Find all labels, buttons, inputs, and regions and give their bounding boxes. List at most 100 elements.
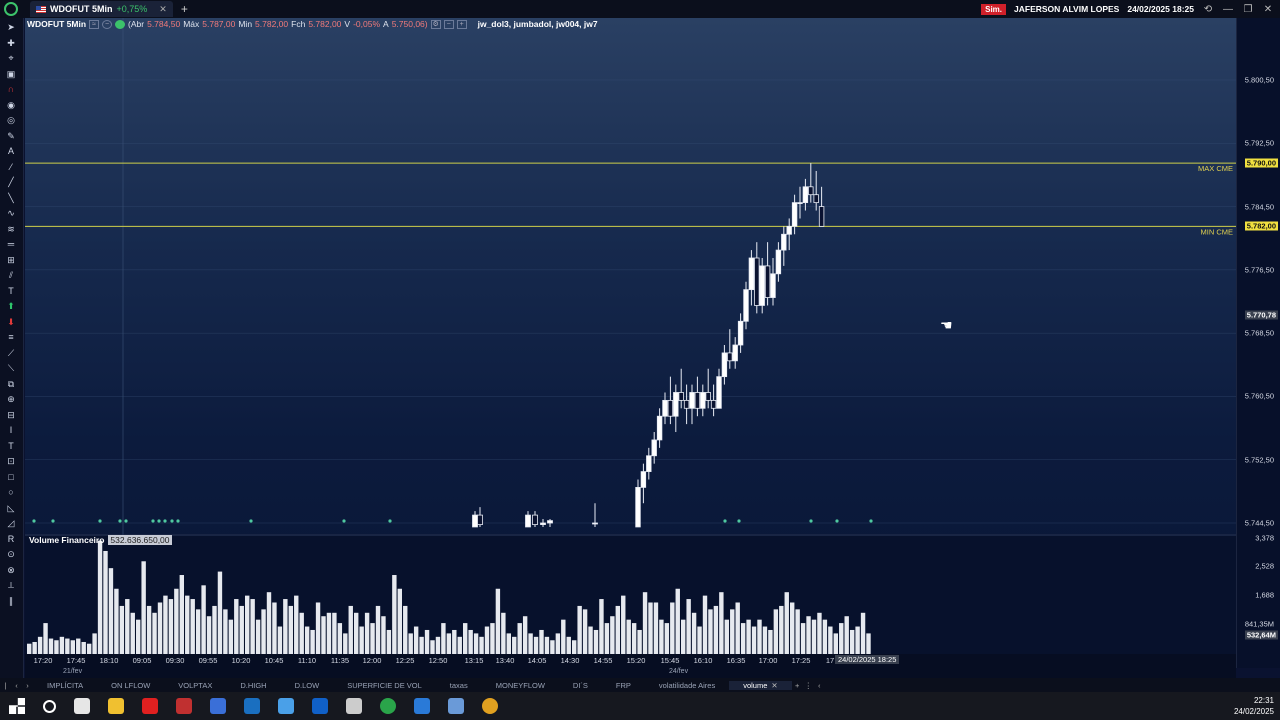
sheet-tab[interactable]: MONEYFLOW [482, 681, 559, 690]
time-label: 10:20 [231, 656, 251, 665]
horizontal-line-icon[interactable]: ═ [4, 239, 18, 249]
grid-icon[interactable]: ⊞ [4, 255, 18, 265]
volume-bar [76, 638, 81, 654]
store-icon[interactable] [312, 698, 328, 714]
target-icon[interactable]: ⌖ [4, 53, 18, 63]
gear-app-icon[interactable] [448, 698, 464, 714]
ruler-icon[interactable]: R [4, 534, 18, 544]
add-sheet-icon[interactable]: + [792, 681, 803, 690]
crosshair-icon[interactable]: ✚ [4, 38, 18, 48]
sheet-tab[interactable]: VOLPTAX [164, 681, 226, 690]
search-icon[interactable] [43, 699, 56, 713]
sheet-tab[interactable]: ON LFLOW [97, 681, 164, 690]
line-icon[interactable]: ⁄ [4, 162, 18, 172]
parallel2-icon[interactable]: ∥ [4, 596, 18, 606]
lines-icon[interactable]: ≡ [4, 332, 18, 342]
time-axis[interactable]: 17:20 17:45 18:10 09:05 09:30 09:55 10:20 10:45… [25, 654, 1236, 678]
eye-icon[interactable]: ◉ [4, 100, 18, 110]
volume-bar [86, 643, 92, 654]
sheet-tab[interactable]: SUPERFICIE DE VOL [333, 681, 436, 690]
cross-circle-icon[interactable]: ⊗ [4, 565, 18, 575]
ray-down-icon[interactable]: ⟍ [4, 363, 18, 373]
ellipse-icon[interactable]: ○ [4, 487, 18, 497]
triangle2-icon[interactable]: ◿ [4, 518, 18, 528]
close-value: 5.782,00 [308, 19, 342, 29]
close-icon[interactable]: ✕ [159, 4, 167, 15]
start-icon[interactable] [9, 698, 25, 714]
next-sheet-icon[interactable]: › [22, 681, 33, 690]
arrow-down-icon[interactable]: ⬇ [4, 317, 18, 327]
sheet-tab[interactable]: D.HIGH [226, 681, 280, 690]
sheet-tab[interactable]: DI´S [559, 681, 602, 690]
channel-icon[interactable]: ≋ [4, 224, 18, 234]
circle2-icon[interactable]: ⊙ [4, 549, 18, 559]
pen-icon[interactable]: ✎ [4, 131, 18, 141]
ray-icon[interactable]: ⟋ [4, 348, 18, 358]
trend-down-icon[interactable]: ╲ [4, 193, 18, 203]
sheet-tab[interactable]: volume ✕ [729, 680, 792, 690]
copy-icon[interactable]: ⧉ [4, 379, 18, 389]
trend-line-icon[interactable]: ╱ [4, 177, 18, 187]
sheet-menu-icon[interactable]: ⋮ [803, 681, 814, 690]
label-icon[interactable]: T [4, 286, 18, 296]
box-icon[interactable]: ▣ [4, 69, 18, 79]
remove-icon[interactable]: ⊟ [4, 410, 18, 420]
cursor-icon[interactable]: I [4, 425, 18, 435]
arrow-up-icon[interactable]: ⬆ [4, 301, 18, 311]
youtube-icon[interactable] [142, 698, 158, 714]
settings-icon[interactable] [346, 698, 362, 714]
first-sheet-icon[interactable]: | [0, 681, 11, 690]
add-tab-button[interactable]: + [181, 2, 188, 16]
candle-body [656, 415, 663, 441]
pdf-icon[interactable] [176, 698, 192, 714]
volume-bar [359, 626, 364, 654]
text-icon[interactable]: A [4, 146, 18, 156]
price-chart[interactable]: MAX CME MIN CME ☚ WDOFUT 5Min ≈ − (Abr 5.7… [25, 18, 1236, 668]
sheet-tab[interactable]: volatilidade Aires [645, 681, 729, 690]
restore-icon[interactable]: ❐ [1242, 4, 1254, 15]
tab-wdofut[interactable]: WDOFUT 5Min +0,75% ✕ [30, 1, 173, 17]
pointer-icon[interactable]: ➤ [4, 22, 18, 32]
history-icon[interactable]: ⟲ [1202, 4, 1214, 15]
rectangle-icon[interactable]: □ [4, 472, 18, 482]
max-cme-badge: 5.790,00 [1244, 158, 1278, 168]
candle-body [727, 352, 733, 362]
trading-app-icon[interactable] [244, 698, 260, 714]
wave-icon[interactable]: ∿ [4, 208, 18, 218]
parallel-icon[interactable]: ⫽ [4, 270, 18, 280]
minus-small-icon[interactable]: − [443, 19, 454, 29]
type-icon[interactable]: T [4, 441, 18, 451]
close-window-icon[interactable]: ✕ [1262, 4, 1274, 15]
prev-sheet-icon[interactable]: ‹ [11, 681, 22, 690]
volume-bar [413, 626, 419, 654]
frame-icon[interactable]: ⊡ [4, 456, 18, 466]
triangle-icon[interactable]: ◺ [4, 503, 18, 513]
sheet-tab[interactable]: FRP [602, 681, 645, 690]
perpendicular-icon[interactable]: ⟂ [4, 580, 18, 590]
close-sheet-icon[interactable]: ✕ [771, 681, 777, 690]
chart-canvas[interactable]: MAX CME MIN CME ☚ [25, 18, 1236, 668]
sheet-tab[interactable]: taxas [436, 681, 482, 690]
sheet-tab[interactable]: IMPLÍCITA [33, 681, 97, 690]
indicator-list[interactable]: jw_dol3, jumbadol, jw004, jw7 [478, 19, 598, 29]
scroll-left-icon[interactable]: ‹ [814, 681, 825, 690]
minimize-icon[interactable]: — [1222, 4, 1234, 15]
chrome-icon[interactable] [380, 698, 396, 714]
copilot-icon[interactable] [74, 698, 90, 714]
volume-bar [697, 626, 702, 654]
price-axis[interactable]: 5.800,50 5.792,50 5.784,50 5.776,50 5.768,50… [1236, 18, 1280, 668]
minus-icon[interactable]: − [102, 19, 113, 29]
copilot2-icon[interactable] [278, 698, 294, 714]
volume-bar [381, 616, 386, 654]
magnet-icon[interactable]: ∩ [4, 84, 18, 94]
shield-icon[interactable] [210, 698, 226, 714]
sheet-tab[interactable]: D.LOW [281, 681, 334, 690]
file-explorer-icon[interactable] [108, 698, 124, 714]
link-icon[interactable]: ≈ [89, 19, 100, 29]
add-icon[interactable]: ⊕ [4, 394, 18, 404]
plus-small-icon[interactable]: + [456, 19, 467, 29]
circle-icon[interactable]: ◎ [4, 115, 18, 125]
chrome2-icon[interactable] [482, 698, 498, 714]
remote-icon[interactable] [414, 698, 430, 714]
settings-icon[interactable]: ⚙ [430, 19, 441, 29]
